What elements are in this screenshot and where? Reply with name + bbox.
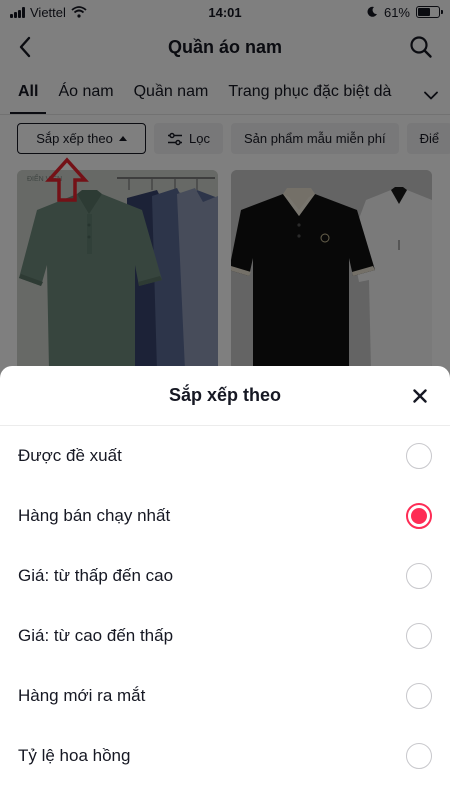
sort-option-label: Hàng mới ra mắt <box>18 686 146 705</box>
radio-unchecked[interactable] <box>406 623 432 649</box>
sort-option-label: Hàng bán chạy nhất <box>18 506 171 525</box>
radio-checked[interactable] <box>406 503 432 529</box>
radio-dot <box>411 508 427 524</box>
sort-option-label: Tỷ lệ hoa hồng <box>18 746 131 765</box>
close-button[interactable] <box>408 384 432 408</box>
sheet-title: Sắp xếp theo <box>168 385 282 405</box>
sort-option-price-high-low[interactable]: Giá: từ cao đến thấp <box>0 606 450 666</box>
sort-option-recommended[interactable]: Được đề xuất <box>0 426 450 486</box>
close-icon <box>413 389 427 403</box>
sort-option-label: Giá: từ cao đến thấp <box>18 626 174 645</box>
sort-option-price-low-high[interactable]: Giá: từ thấp đến cao <box>0 546 450 606</box>
sort-option-label: Được đề xuất <box>18 446 122 465</box>
sheet-header: Sắp xếp theo <box>0 366 450 426</box>
radio-unchecked[interactable] <box>406 683 432 709</box>
sort-option-best-selling[interactable]: Hàng bán chạy nhất <box>0 486 450 546</box>
sort-option-label: Giá: từ thấp đến cao <box>18 566 174 585</box>
radio-unchecked[interactable] <box>406 443 432 469</box>
sort-option-new-arrivals[interactable]: Hàng mới ra mắt <box>0 666 450 726</box>
sort-bottom-sheet: Sắp xếp theo Được đề xuất Hàng bán chạy … <box>0 366 450 800</box>
sort-options-list: Được đề xuất Hàng bán chạy nhất Giá: từ … <box>0 426 450 786</box>
radio-unchecked[interactable] <box>406 563 432 589</box>
radio-unchecked[interactable] <box>406 743 432 769</box>
sort-option-commission-rate[interactable]: Tỷ lệ hoa hồng <box>0 726 450 786</box>
